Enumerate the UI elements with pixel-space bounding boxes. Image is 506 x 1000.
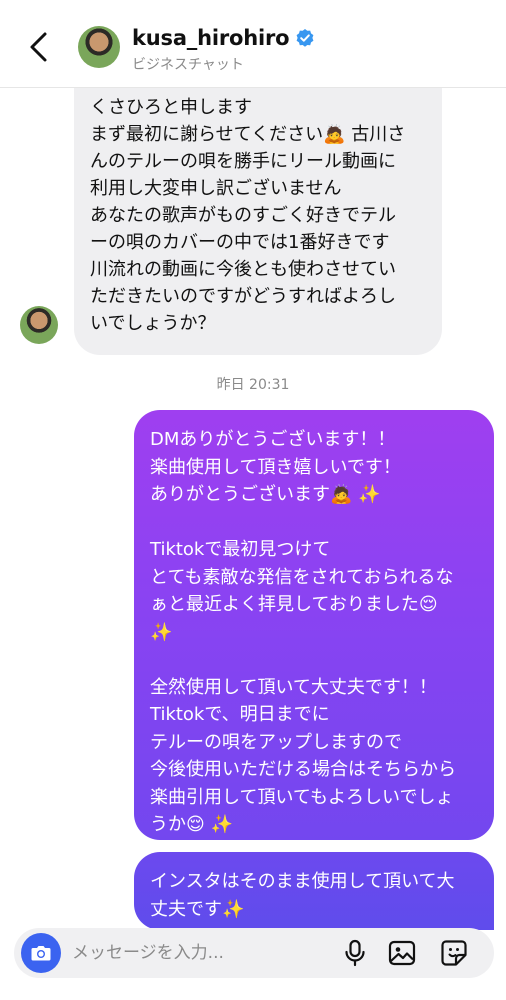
avatar[interactable] — [78, 26, 120, 68]
message-line: Tiktokで、明日までに — [150, 704, 330, 725]
incoming-message-bubble[interactable]: くさひろと申します まず最初に謝らせてください🙇 古川さ んのテルーの唄を勝手に… — [74, 88, 442, 355]
message-line: 丈夫です✨ — [150, 898, 245, 920]
message-line: ぁと最近よく拝見しておりました😌 — [150, 594, 438, 615]
message-line: Tiktokで最初見つけて — [150, 539, 331, 560]
microphone-icon — [345, 939, 365, 967]
message-line: くさひろと申します — [90, 97, 252, 118]
message-line: ーの唄のカバーの中では1番好きです — [90, 232, 390, 253]
message-line: インスタはそのまま使用して頂いて大 — [150, 871, 455, 892]
message-timestamp: 昨日 20:31 — [216, 377, 290, 393]
chat-header: kusa_hirohiro ビジネスチャット — [0, 0, 506, 88]
message-line: とても素敵な発信をされておられるな — [150, 566, 454, 588]
message-line: 楽曲引用して頂いてもよろしいでしょ — [150, 786, 454, 808]
message-line: 利用し大変申し訳ございません — [90, 178, 342, 199]
message-line: ただきたいのですがどうすればよろし — [90, 286, 396, 307]
outgoing-message-bubble[interactable]: インスタはそのまま使用して頂いて大 丈夫です✨ — [134, 852, 494, 930]
back-button[interactable] — [24, 30, 54, 64]
image-icon — [388, 940, 416, 966]
camera-icon — [31, 946, 51, 961]
username: kusa_hirohiro — [132, 26, 290, 50]
message-line: んのテルーの唄を勝手にリール動画に — [90, 151, 396, 172]
message-line: 全然使用して頂いて大丈夫です！！ — [150, 676, 437, 698]
message-line: うか😌 ✨ — [150, 814, 233, 835]
voice-message-button[interactable] — [340, 938, 370, 968]
username-row[interactable]: kusa_hirohiro — [132, 26, 315, 50]
chevron-left-icon — [30, 32, 47, 62]
message-line: テルーの唄をアップしますので — [150, 731, 402, 753]
verified-badge-icon — [296, 29, 314, 47]
message-line — [150, 509, 480, 537]
sticker-icon — [441, 940, 467, 966]
message-line: 楽曲使用して頂き嬉しいです！ — [150, 456, 401, 478]
sticker-button[interactable] — [439, 938, 469, 968]
message-line — [150, 646, 480, 674]
message-line: あなたの歌声がものすごく好きでテル — [90, 205, 396, 226]
message-line: ありがとうございます🙇 ✨ — [150, 484, 381, 505]
outgoing-message-bubble[interactable]: DMありがとうございます！！ 楽曲使用して頂き嬉しいです！ ありがとうございます… — [134, 410, 494, 840]
message-line: いでしょうか？ — [90, 313, 216, 334]
chat-type-label: ビジネスチャット — [132, 57, 244, 73]
message-line: 今後使用いただける場合はそちらから — [150, 759, 456, 780]
message-line: まず最初に謝らせてください🙇 古川さ — [90, 124, 406, 145]
camera-button[interactable] — [21, 933, 61, 973]
message-line: DMありがとうございます！！ — [150, 429, 396, 450]
message-list[interactable]: くさひろと申します まず最初に謝らせてください🙇 古川さ んのテルーの唄を勝手に… — [0, 88, 506, 930]
message-composer — [14, 928, 494, 978]
message-line: ✨ — [150, 621, 173, 643]
dm-thread-screen: kusa_hirohiro ビジネスチャット くさひろと申します まず最初に謝ら… — [0, 0, 506, 1000]
gallery-button[interactable] — [387, 938, 417, 968]
sender-avatar[interactable] — [20, 306, 58, 344]
message-line: 川流れの動画に今後とも使わさせてい — [90, 259, 396, 280]
message-input[interactable] — [72, 941, 282, 965]
